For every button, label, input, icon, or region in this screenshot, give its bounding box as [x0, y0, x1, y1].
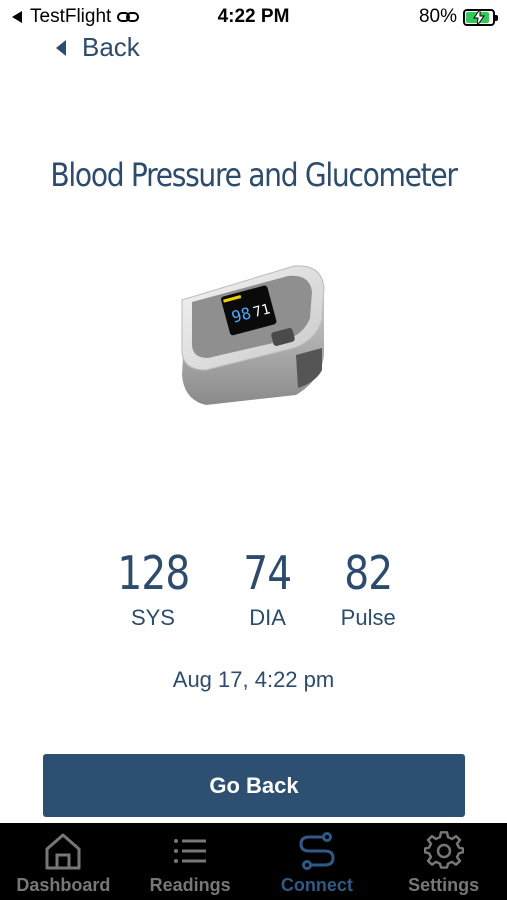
- pulse-oximeter-image: 98 71: [181, 265, 325, 405]
- back-button[interactable]: Back: [56, 32, 140, 63]
- dia-value: 74: [243, 546, 293, 600]
- battery-icon: [463, 8, 498, 26]
- readings-row: 128 SYS 74 DIA 82 Pulse: [0, 545, 507, 631]
- tab-readings[interactable]: Readings: [127, 823, 254, 900]
- status-right: 80%: [418, 6, 498, 28]
- reading-sys: 128 SYS: [111, 545, 196, 631]
- page-title: Blood Pressure and Glucometer: [50, 156, 457, 194]
- tab-dashboard-label: Dashboard: [16, 875, 111, 895]
- reading-timestamp: Aug 17, 4:22 pm: [172, 667, 335, 692]
- pulse-label: Pulse: [340, 605, 396, 630]
- connect-icon: [299, 832, 335, 870]
- home-icon: [45, 833, 81, 870]
- status-bar: TestFlight 4:22 PM 80%: [0, 0, 507, 34]
- tab-bar: Dashboard Readings Connect Settings: [0, 823, 507, 900]
- gear-icon: [423, 831, 464, 869]
- reading-pulse: 82 Pulse: [340, 545, 397, 631]
- tab-dashboard[interactable]: Dashboard: [0, 823, 127, 900]
- tab-connect-label: Connect: [280, 875, 353, 895]
- tab-settings[interactable]: Settings: [380, 823, 507, 900]
- go-back-button[interactable]: Go Back: [43, 754, 465, 817]
- tab-readings-label: Readings: [149, 875, 231, 895]
- tab-settings-label: Settings: [408, 875, 480, 895]
- pulse-value: 82: [344, 546, 393, 600]
- dia-label: DIA: [249, 605, 286, 630]
- sys-label: SYS: [130, 605, 175, 630]
- chevron-left-icon: [56, 39, 66, 56]
- back-label: Back: [82, 32, 140, 62]
- battery-percent: 80%: [418, 6, 457, 27]
- list-icon: [174, 839, 207, 863]
- tab-connect[interactable]: Connect: [254, 823, 381, 900]
- sys-value: 128: [116, 546, 190, 600]
- reading-dia: 74 DIA: [239, 545, 296, 631]
